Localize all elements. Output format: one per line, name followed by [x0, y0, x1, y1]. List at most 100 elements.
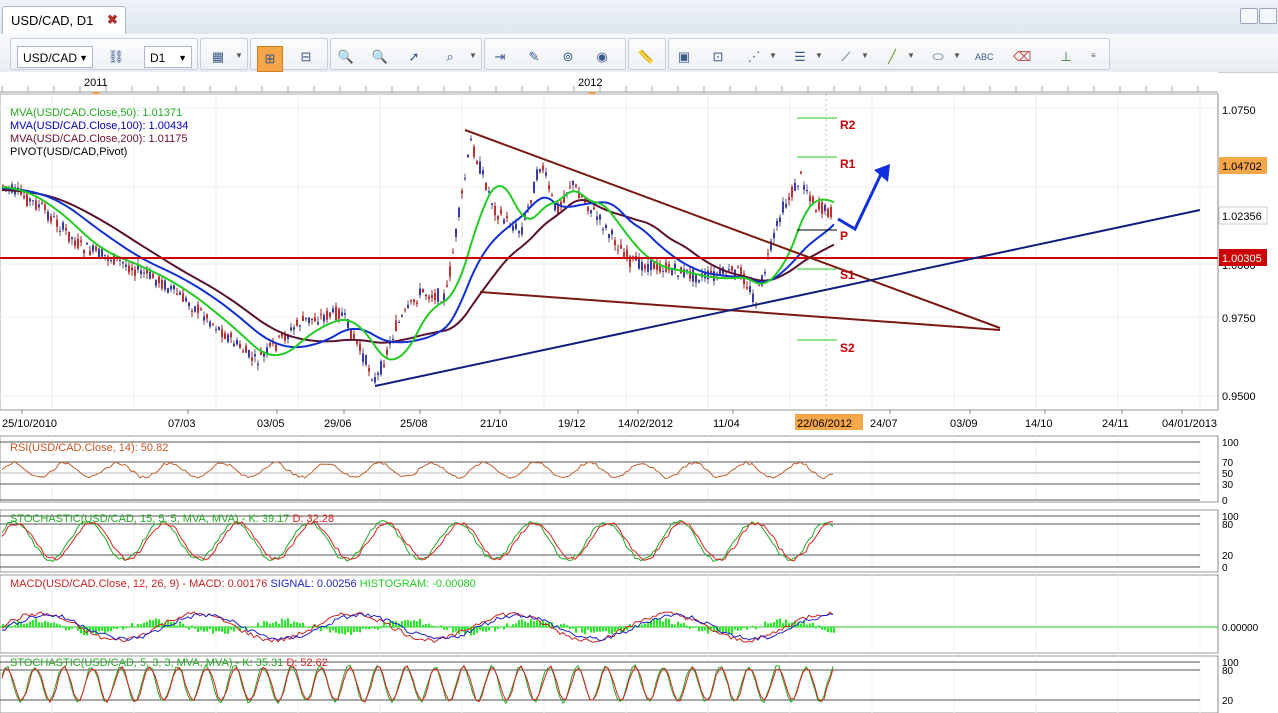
- maximize-icon[interactable]: [1259, 8, 1277, 24]
- candle-body: [737, 267, 739, 269]
- candle-body: [533, 181, 535, 194]
- chevron-down-icon[interactable]: ▼: [907, 51, 915, 60]
- candle-body: [254, 354, 256, 357]
- zoom-in-icon[interactable]: 🔍: [337, 48, 355, 66]
- candle-body: [305, 317, 307, 320]
- text-icon[interactable]: ABC: [975, 48, 994, 66]
- chevron-down-icon[interactable]: ▼: [815, 51, 823, 60]
- candle-body: [437, 288, 439, 303]
- chevron-down-icon[interactable]: ▼: [953, 51, 961, 60]
- histogram-bar: [371, 627, 373, 629]
- histogram-bar: [482, 627, 484, 632]
- fan-icon[interactable]: ⟋: [837, 48, 855, 66]
- more-icon[interactable]: ≡: [1091, 51, 1096, 60]
- timeframe-select[interactable]: D1 ▼: [144, 46, 192, 68]
- chevron-down-icon[interactable]: ▼: [861, 51, 869, 60]
- histogram-bar: [743, 627, 745, 629]
- histogram-bar: [200, 627, 202, 631]
- histogram-bar: [833, 627, 835, 633]
- candle-body: [692, 269, 694, 282]
- candle-body: [776, 220, 778, 227]
- eraser-icon[interactable]: ⌫: [1013, 48, 1031, 66]
- candle-body: [335, 306, 337, 320]
- chevron-down-icon[interactable]: ▼: [235, 51, 243, 60]
- template-icon[interactable]: ⊡: [709, 48, 727, 66]
- histogram-bar: [296, 622, 298, 627]
- candle-body: [830, 207, 832, 218]
- data-view-icon[interactable]: ⊟: [297, 48, 315, 66]
- edit-icon[interactable]: ✎: [525, 48, 543, 66]
- link-icon[interactable]: ⛓: [107, 48, 125, 66]
- histogram-bar: [359, 627, 361, 633]
- candle-body: [695, 275, 697, 283]
- histogram-bar: [59, 624, 61, 627]
- year-label-2012: 2012: [578, 77, 602, 89]
- candle-body: [128, 265, 130, 273]
- lines-icon[interactable]: ⋰: [745, 48, 763, 66]
- candle-body: [806, 190, 808, 192]
- histogram-bar: [725, 627, 727, 633]
- histogram-bar: [329, 627, 331, 633]
- candle-body: [512, 225, 514, 231]
- date-tick: 07/03: [168, 418, 196, 430]
- chevron-down-icon[interactable]: ▼: [469, 51, 477, 60]
- histogram-bar: [377, 627, 379, 630]
- chevron-down-icon[interactable]: ▼: [769, 51, 777, 60]
- candle-body: [569, 186, 571, 188]
- ellipse-icon[interactable]: ⬭: [929, 48, 947, 66]
- restore-icon[interactable]: [1240, 8, 1258, 24]
- candle-body: [443, 293, 445, 301]
- macd-legend: MACD(USD/CAD.Close, 12, 26, 9) - MACD: 0…: [10, 578, 476, 590]
- histogram-bar: [422, 624, 424, 627]
- histogram-bar: [746, 627, 748, 630]
- histogram-bar: [284, 620, 286, 627]
- globe-icon[interactable]: ◉: [593, 48, 611, 66]
- histogram-bar: [176, 625, 178, 627]
- close-icon[interactable]: ✖: [107, 12, 118, 28]
- rsi-tick: 30: [1222, 480, 1234, 491]
- histogram-bar: [368, 627, 370, 630]
- histogram-bar: [608, 627, 610, 634]
- chart-area[interactable]: 2011 2012 1.0750 1.0000 0.9750 0.9500 1.…: [0, 72, 1278, 713]
- channel-icon[interactable]: ☰: [791, 48, 809, 66]
- candle-body: [827, 208, 829, 217]
- histogram-bar: [146, 621, 148, 627]
- chart-toolbar: USD/CAD ▼ ⛓ D1 ▼ ▦ ▼ ⊞ ⊟ 🔍 🔍 ➚ ⌕ ▼ ⇥ ✎ ⊚ ◉…: [0, 34, 1278, 73]
- symbol-select[interactable]: USD/CAD ▼: [17, 46, 93, 68]
- candle-body: [197, 304, 199, 313]
- zoom-area-icon[interactable]: ⌕: [441, 48, 459, 66]
- candle-body: [362, 353, 364, 363]
- bars-view-icon[interactable]: ⊞: [257, 46, 283, 72]
- candle-body: [746, 286, 748, 289]
- histogram-bar: [320, 627, 322, 632]
- candle-body: [47, 211, 49, 221]
- candle-body: [818, 201, 820, 210]
- macd-tick: 0.00000: [1222, 623, 1259, 634]
- candle-body: [626, 249, 628, 258]
- histogram-bar: [719, 627, 721, 632]
- compare-icon[interactable]: ⊚: [559, 48, 577, 66]
- candle-body: [803, 185, 805, 190]
- candle-body: [449, 266, 451, 277]
- cursor-icon[interactable]: ➚: [405, 48, 423, 66]
- hierarchy-icon[interactable]: ⊥: [1057, 48, 1075, 66]
- autoscroll-icon[interactable]: ⇥: [491, 48, 509, 66]
- support-price: 1.00305: [1222, 253, 1262, 265]
- candle-body: [434, 293, 436, 301]
- candle-body: [473, 146, 475, 157]
- chart-type-icon[interactable]: ▦: [209, 48, 227, 66]
- candle-body: [461, 190, 463, 194]
- ruler-icon[interactable]: 📏: [637, 48, 655, 66]
- candle-body: [41, 202, 43, 205]
- candle-body: [320, 314, 322, 316]
- candle-body: [767, 253, 769, 255]
- trendline-icon[interactable]: ╱: [883, 48, 901, 66]
- image-icon[interactable]: ▣: [675, 48, 693, 66]
- histogram-bar: [293, 621, 295, 627]
- candle-body: [308, 317, 310, 324]
- zoom-out-icon[interactable]: 🔍: [371, 48, 389, 66]
- histogram-bar: [350, 627, 352, 636]
- histogram-bar: [230, 627, 232, 630]
- histogram-bar: [824, 627, 826, 631]
- chart-tab[interactable]: USD/CAD, D1 ✖: [2, 6, 126, 34]
